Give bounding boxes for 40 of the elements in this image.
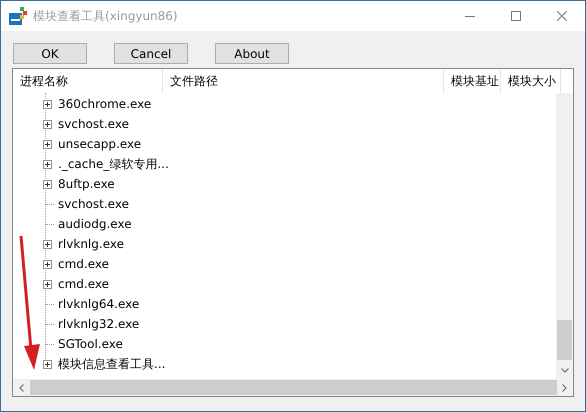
process-name[interactable]: 360chrome.exe <box>58 95 152 113</box>
expand-icon[interactable] <box>42 120 52 128</box>
process-name[interactable]: svchost.exe <box>58 115 129 133</box>
maximize-icon <box>511 11 521 21</box>
process-name[interactable]: cmd.exe <box>58 275 110 293</box>
expand-icon[interactable] <box>42 280 52 288</box>
expand-icon[interactable] <box>42 260 52 268</box>
scroll-left-icon[interactable] <box>19 384 24 392</box>
process-name[interactable]: svchost.exe <box>58 195 129 213</box>
horizontal-scrollbar[interactable] <box>13 379 573 396</box>
app-icon <box>9 7 27 25</box>
process-name[interactable]: ._cache_绿软专用... <box>58 155 169 173</box>
process-name[interactable]: unsecapp.exe <box>58 135 142 153</box>
scrollbar-thumb[interactable] <box>557 320 572 360</box>
dialog-button[interactable]: Cancel <box>114 43 188 64</box>
process-name[interactable]: rlvknlg64.exe <box>58 295 140 313</box>
expand-icon[interactable] <box>42 100 52 108</box>
dialog-button[interactable]: About <box>215 43 289 64</box>
process-name[interactable]: 8uftp.exe <box>58 175 115 193</box>
process-name[interactable]: cmd.exe <box>58 255 110 273</box>
expand-icon[interactable] <box>42 160 52 168</box>
window-title: 模块查看工具(xingyun86) <box>33 8 178 25</box>
process-name[interactable]: rlvknlg.exe <box>58 235 124 253</box>
scroll-right-icon[interactable] <box>562 384 567 392</box>
dialog-button[interactable]: OK <box>13 43 87 64</box>
expand-icon[interactable] <box>42 360 52 368</box>
column-header[interactable]: 文件路径 <box>163 69 444 93</box>
vertical-scrollbar[interactable] <box>556 93 573 379</box>
close-icon <box>557 11 567 21</box>
expand-icon[interactable] <box>42 140 52 148</box>
scrollbar-thumb[interactable] <box>30 380 557 395</box>
scroll-down-icon[interactable] <box>560 368 568 373</box>
column-header[interactable]: 进程名称 <box>13 69 163 93</box>
process-name[interactable]: audiodg.exe <box>58 215 132 233</box>
process-name[interactable]: rlvknlg32.exe <box>58 315 140 333</box>
expand-icon[interactable] <box>42 240 52 248</box>
expand-icon[interactable] <box>42 180 52 188</box>
process-name[interactable]: SGTool.exe <box>58 335 123 353</box>
column-header[interactable]: 模块基址 <box>444 69 501 93</box>
process-name[interactable]: 模块信息查看工具... <box>58 355 166 373</box>
